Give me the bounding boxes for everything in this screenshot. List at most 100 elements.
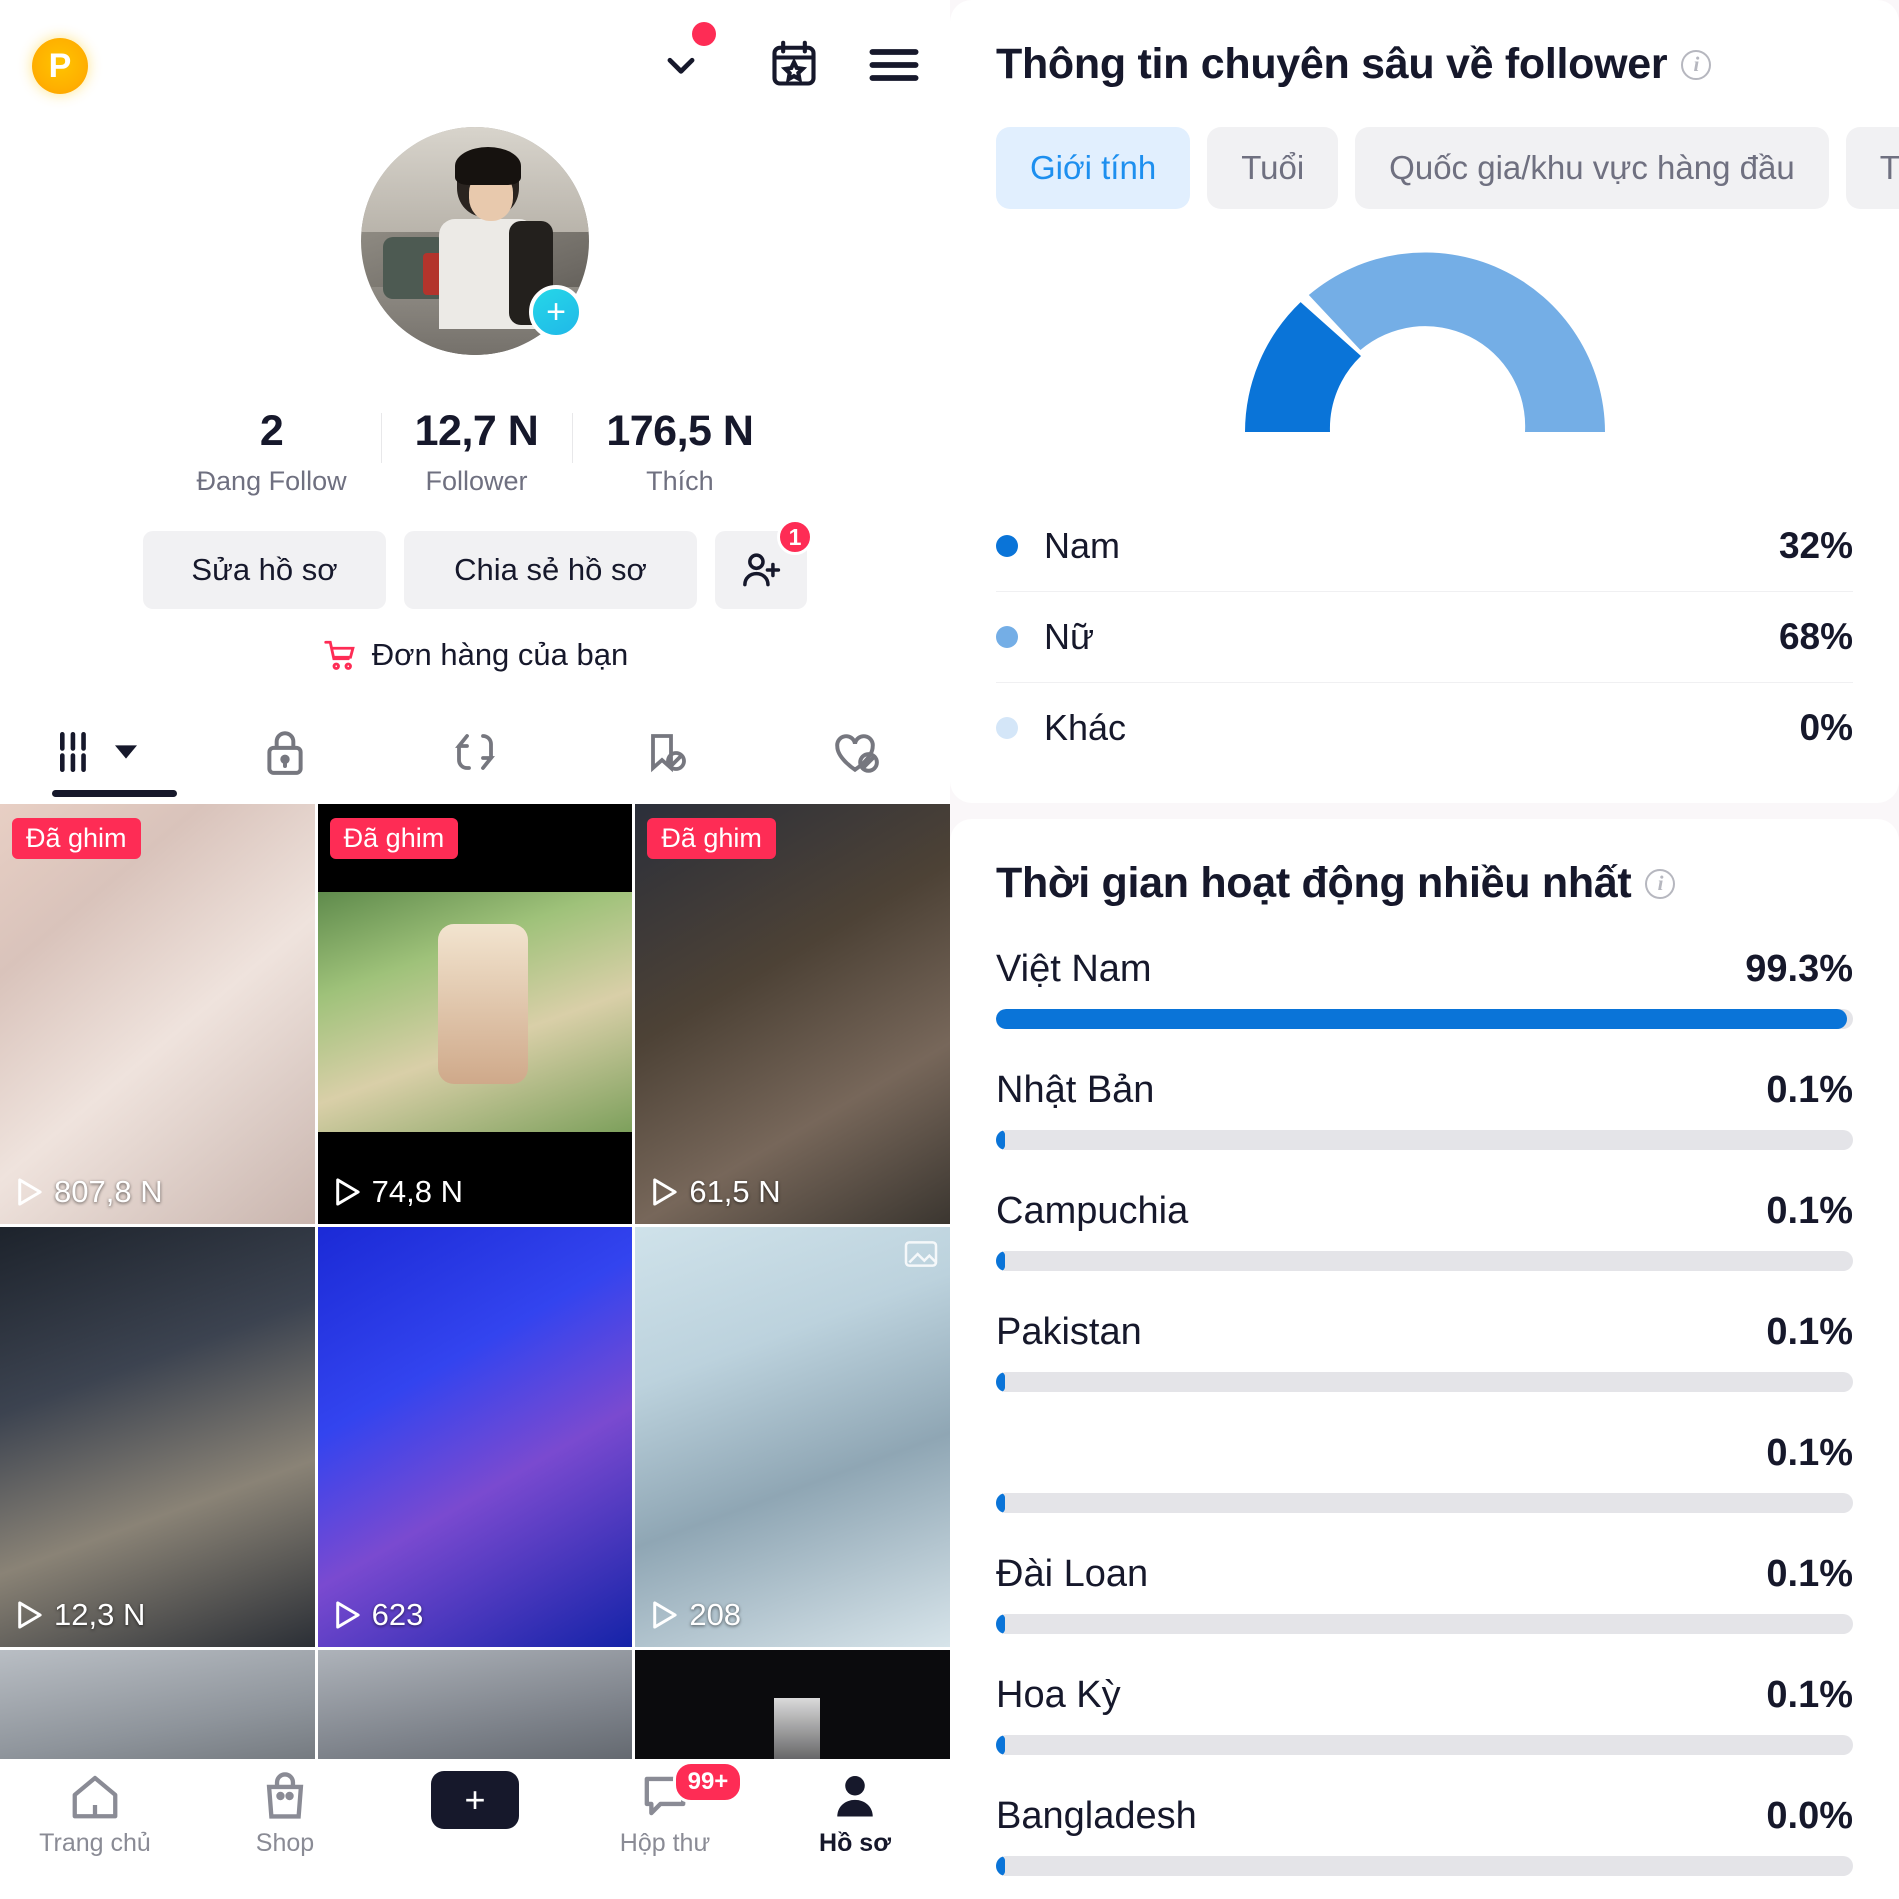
video-cell[interactable]: Đã ghim 61,5 N (635, 804, 950, 1224)
video-cell[interactable]: 208 (635, 1227, 950, 1647)
stat-label: Đang Follow (196, 466, 347, 496)
video-grid: Đã ghim 807,8 N Đã ghim 74,8 N Đã ghim 6… (0, 804, 950, 1810)
nav-profile[interactable]: Hồ sơ (760, 1771, 950, 1858)
bar-label: Đài Loan (996, 1553, 1149, 1595)
play-icon (335, 1601, 360, 1629)
video-views: 12,3 N (16, 1597, 145, 1633)
bar-fill (996, 1372, 1005, 1392)
bar-track (996, 1372, 1853, 1392)
bar-value: 0.1% (1766, 1553, 1853, 1595)
add-friends-badge: 1 (777, 519, 813, 555)
nav-create[interactable]: + (380, 1771, 570, 1829)
legend-row: Nam 32% (996, 501, 1853, 591)
bar-value: 0.1% (1766, 1069, 1853, 1111)
chevron-down-icon[interactable] (662, 46, 700, 84)
stat-label: Thích (646, 466, 714, 496)
bar-row: Việt Nam 99.3% (996, 948, 1853, 1029)
bar-track (996, 1493, 1853, 1513)
follower-insights-card: Thông tin chuyên sâu về follower i Giới … (950, 0, 1899, 803)
tab-top-countries[interactable]: Quốc gia/khu vực hàng đầu (1355, 127, 1829, 209)
photo-icon (904, 1239, 938, 1274)
tab-reposts[interactable] (380, 715, 570, 789)
tab-age[interactable]: Tuổi (1207, 127, 1339, 209)
bar-track (996, 1009, 1853, 1029)
edit-profile-button[interactable]: Sửa hồ sơ (143, 531, 386, 609)
profile-top-bar: P (0, 0, 950, 125)
pinned-badge: Đã ghim (12, 818, 141, 859)
video-views: 208 (651, 1597, 741, 1633)
video-cell[interactable]: 12,3 N (0, 1227, 315, 1647)
info-icon[interactable]: i (1645, 868, 1676, 899)
nav-home[interactable]: Trang chủ (0, 1771, 190, 1858)
bar-fill (996, 1130, 1005, 1150)
create-plus-icon[interactable]: + (423, 1771, 527, 1829)
points-p-icon[interactable]: P (32, 38, 88, 94)
add-friends-button[interactable]: 1 (715, 519, 813, 609)
video-cell[interactable]: Đã ghim 807,8 N (0, 804, 315, 1224)
nav-inbox[interactable]: 99+ Hộp thư (570, 1761, 760, 1858)
pinned-badge: Đã ghim (329, 818, 459, 859)
your-orders-link[interactable]: Đơn hàng của bạn (0, 637, 950, 673)
bar-label: Hoa Kỳ (996, 1674, 1121, 1716)
video-views: 623 (334, 1597, 423, 1633)
tab-saved[interactable] (570, 715, 760, 789)
cart-icon (324, 640, 355, 670)
nav-shop[interactable]: Shop (190, 1771, 380, 1858)
tab-gender[interactable]: Giới tính (996, 127, 1191, 209)
shop-bag-icon (266, 1772, 304, 1819)
bar-track (996, 1251, 1853, 1271)
share-profile-button[interactable]: Chia sẻ hồ sơ (404, 531, 697, 609)
activity-title: Thời gian hoạt động nhiều nhất i (996, 859, 1853, 908)
legend-dot-icon (996, 626, 1018, 648)
bar-row: Nhật Bản 0.1% (996, 1069, 1853, 1150)
bottom-navigation: Trang chủ Shop + 99+ Hộp thư Hồ sơ (0, 1759, 950, 1899)
hamburger-menu-icon[interactable] (868, 45, 920, 90)
profile-action-buttons: Sửa hồ sơ Chia sẻ hồ sơ 1 (0, 519, 950, 609)
tab-cities[interactable]: Thàn (1845, 127, 1899, 209)
inbox-badge: 99+ (672, 1761, 744, 1803)
nav-label: Trang chủ (39, 1829, 151, 1857)
play-icon (18, 1601, 42, 1629)
avatar[interactable]: + (361, 127, 589, 355)
title-text: Thời gian hoạt động nhiều nhất (996, 859, 1632, 907)
stat-likes[interactable]: 176,5 N Thích (572, 407, 787, 497)
video-cell[interactable]: Đã ghim 74,8 N (317, 804, 633, 1224)
tab-videos[interactable] (0, 715, 190, 797)
bar-row: Bangladesh 0.0% (996, 1795, 1853, 1876)
nav-label: Hồ sơ (819, 1829, 891, 1857)
bar-row: Hoa Kỳ 0.1% (996, 1674, 1853, 1755)
bar-label: Campuchia (996, 1190, 1189, 1232)
tiktok-profile-pane: P + 2 Đang Follow 12,7 N Follower 176,5 … (0, 0, 950, 1899)
stat-value: 12,7 N (414, 407, 539, 455)
bar-value: 0.1% (1766, 1432, 1853, 1474)
stat-followers[interactable]: 12,7 N Follower (380, 407, 573, 497)
play-icon (335, 1178, 360, 1206)
follower-insights-title: Thông tin chuyên sâu về follower i (996, 40, 1853, 89)
bar-fill (996, 1856, 1005, 1876)
add-story-plus-icon[interactable]: + (529, 285, 583, 339)
nav-label: Shop (255, 1829, 315, 1857)
bar-value: 0.1% (1766, 1674, 1853, 1716)
bar-label: Việt Nam (996, 948, 1152, 990)
legend-value: 32% (1778, 525, 1853, 566)
gender-gauge-chart (950, 227, 1899, 459)
video-cell[interactable]: 623 (317, 1227, 633, 1647)
tab-liked[interactable] (760, 715, 950, 789)
bar-fill (996, 1493, 1005, 1513)
stat-value: 176,5 N (606, 407, 754, 455)
tab-private[interactable] (190, 715, 380, 789)
bar-fill (996, 1735, 1005, 1755)
legend-dot-icon (996, 717, 1018, 739)
bar-value: 99.3% (1745, 948, 1853, 990)
bar-label: Bangladesh (996, 1795, 1197, 1837)
info-icon[interactable]: i (1681, 49, 1712, 80)
video-views: 61,5 N (651, 1174, 781, 1210)
bar-fill (996, 1009, 1847, 1029)
bar-track (996, 1735, 1853, 1755)
stat-value: 2 (259, 407, 284, 455)
stat-following[interactable]: 2 Đang Follow (163, 407, 381, 497)
chevron-down-icon (115, 745, 137, 759)
calendar-star-icon[interactable] (768, 38, 820, 95)
notification-dot-icon (692, 22, 716, 46)
play-icon (18, 1178, 42, 1206)
